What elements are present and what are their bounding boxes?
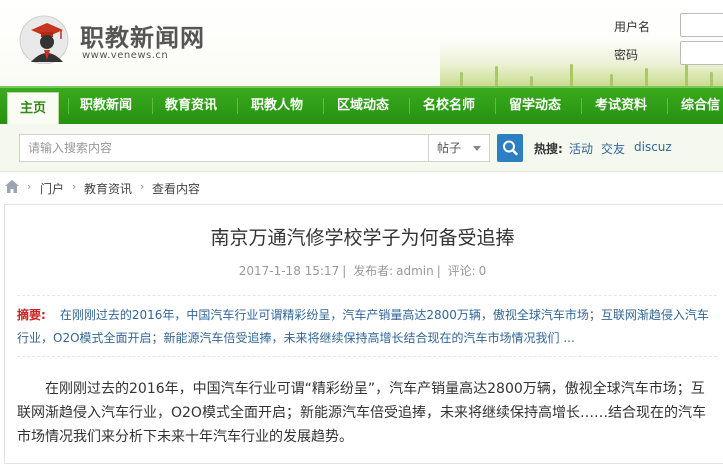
password-label: 密码 <box>614 48 639 62</box>
article-date: 2017-1-18 15:17 <box>238 264 340 278</box>
nav-item-home[interactable]: 主页 <box>7 92 60 125</box>
breadcrumb-separator-icon: › <box>27 180 32 193</box>
username-label: 用户名 <box>614 20 651 34</box>
graduate-logo-icon[interactable] <box>17 12 72 64</box>
article: 南京万通汽修学校学子为何备受追捧 2017-1-18 15:17 | 发布者: ad… <box>4 204 723 464</box>
breadcrumb-education-info[interactable]: 教育资讯 <box>84 180 132 197</box>
chevron-down-icon <box>473 146 481 151</box>
article-meta: 2017-1-18 15:17 | 发布者: admin | 评论: 0 <box>238 264 487 278</box>
site-name[interactable]: 职教新闻网 <box>80 18 205 53</box>
search-input[interactable]: 请输入搜索内容 <box>19 134 428 162</box>
nav-item-education-info[interactable]: 教育资讯 <box>165 88 217 124</box>
comments-label: 评论: <box>447 264 476 278</box>
search-type-value: 帖子 <box>437 141 462 155</box>
search-bar: 请输入搜索内容 帖子 热搜: 活动 交友 discuz <box>0 124 723 172</box>
nav-item-study-abroad[interactable]: 留学动态 <box>509 88 561 124</box>
hot-link-activity[interactable]: 活动 <box>569 140 593 157</box>
breadcrumb-portal[interactable]: 门户 <box>40 180 64 197</box>
summary-label: 摘要: <box>17 308 46 322</box>
site-url: www.venews.cn <box>82 50 169 61</box>
nav-item-schools[interactable]: 名校名师 <box>423 88 475 124</box>
author-label: 发布者: <box>353 264 394 278</box>
summary-text: 在刚刚过去的2016年，中国汽车行业可谓精彩纷呈，汽车产销量高达2800万辆，傲… <box>17 308 709 345</box>
search-type-select[interactable]: 帖子 <box>428 134 490 162</box>
breadcrumb-separator-icon: › <box>140 180 145 193</box>
search-icon <box>503 140 518 156</box>
hot-link-discuz[interactable]: discuz <box>634 140 672 154</box>
breadcrumb: › 门户 › 教育资讯 › 查看内容 <box>0 172 723 200</box>
comment-count[interactable]: 0 <box>479 264 487 278</box>
site-header: 职教新闻网 www.venews.cn 用户名 密码 <box>0 0 723 86</box>
nav-item-regional[interactable]: 区域动态 <box>337 88 389 124</box>
nav-item-general[interactable]: 综合信 <box>681 88 720 124</box>
nav-item-people[interactable]: 职教人物 <box>251 88 303 124</box>
breadcrumb-separator-icon: › <box>72 180 77 193</box>
article-author[interactable]: admin <box>396 264 434 278</box>
article-body: 在刚刚过去的2016年，中国汽车行业可谓“精彩纷呈”，汽车产销量高达2800万辆… <box>17 381 706 445</box>
hot-search-label: 热搜: <box>534 142 563 156</box>
article-summary: 摘要: 在刚刚过去的2016年，中国汽车行业可谓精彩纷呈，汽车产销量高达2800万… <box>17 295 717 357</box>
main-nav: 主页 职教新闻 教育资讯 职教人物 区域动态 名校名师 留学动态 考试资料 综合… <box>0 86 723 125</box>
article-title: 南京万通汽修学校学子为何备受追捧 <box>210 227 515 249</box>
breadcrumb-current: 查看内容 <box>152 182 201 196</box>
username-input[interactable] <box>680 13 723 37</box>
hot-link-friends[interactable]: 交友 <box>601 140 625 157</box>
nav-item-vocational-news[interactable]: 职教新闻 <box>80 88 132 124</box>
home-icon[interactable] <box>5 180 19 193</box>
password-input[interactable] <box>680 41 723 65</box>
nav-item-exam[interactable]: 考试资料 <box>595 88 647 124</box>
search-button[interactable] <box>497 134 523 162</box>
